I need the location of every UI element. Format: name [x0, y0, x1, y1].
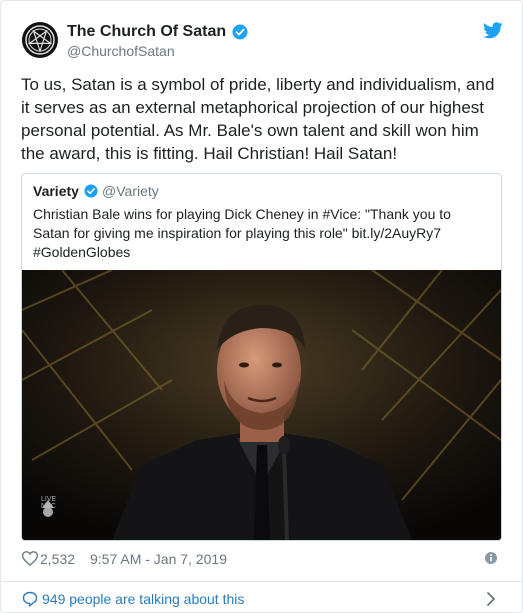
likes-count[interactable]: 2,532	[40, 551, 75, 567]
verified-badge-icon	[84, 184, 98, 198]
pentagram-seal-icon	[25, 25, 55, 55]
author-avatar[interactable]	[22, 22, 58, 58]
tweet-card: The Church Of Satan @ChurchofSatan To us…	[0, 0, 523, 613]
speech-bubble-icon[interactable]	[22, 591, 38, 607]
nbc-watermark: LIVE NBC	[41, 496, 57, 510]
footer-divider	[2, 581, 522, 582]
chevron-right-icon[interactable]	[486, 591, 496, 607]
quoted-text-line: Satan for giving me inspiration for play…	[33, 225, 442, 241]
quoted-author-name[interactable]: Variety	[33, 183, 79, 199]
tweet-text: To us, Satan is a symbol of pride, liber…	[21, 75, 495, 163]
verified-badge-icon	[232, 24, 248, 40]
quoted-video-still[interactable]: LIVE NBC	[22, 270, 501, 540]
tweet-timestamp[interactable]: 9:57 AM - Jan 7, 2019	[90, 551, 227, 567]
twitter-bird-icon[interactable]	[483, 22, 503, 39]
quoted-text-line: #GoldenGlobes	[33, 244, 131, 260]
quoted-text-line: Christian Bale wins for playing Dick Che…	[33, 206, 451, 222]
quoted-author-handle[interactable]: @Variety	[102, 183, 159, 199]
quoted-tweet-text: Christian Bale wins for playing Dick Che…	[33, 205, 493, 262]
author-display-name[interactable]: The Church Of Satan	[67, 23, 226, 41]
author-handle[interactable]: @ChurchofSatan	[67, 43, 175, 59]
quoted-tweet[interactable]: Variety @Variety Christian Bale wins for…	[21, 173, 502, 541]
info-icon[interactable]	[485, 552, 497, 564]
heart-icon[interactable]	[22, 551, 38, 566]
conversation-link[interactable]: 949 people are talking about this	[42, 591, 244, 607]
